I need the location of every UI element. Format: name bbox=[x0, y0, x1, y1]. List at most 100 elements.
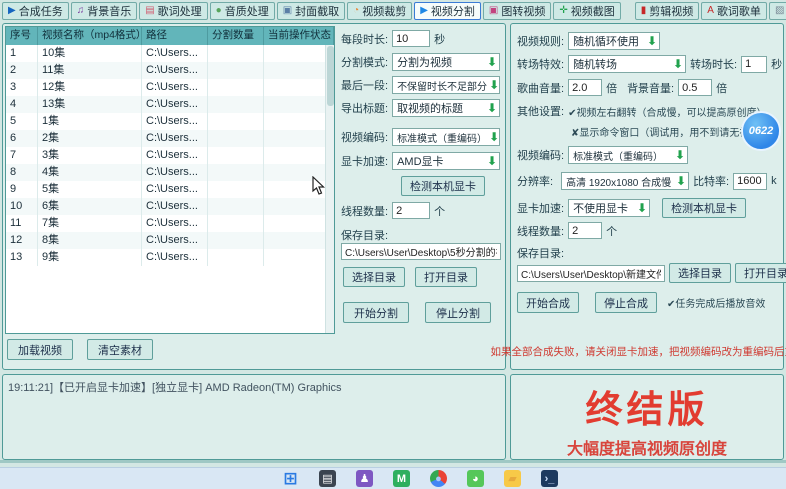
stop-merge-button[interactable]: 停止合成 bbox=[595, 292, 657, 313]
song-volume-label: 歌曲音量: bbox=[517, 80, 564, 96]
terminal-icon[interactable]: ›_ bbox=[541, 470, 558, 487]
transition-select[interactable]: 随机转场⬇ bbox=[568, 55, 686, 73]
lyrics-list-icon: A bbox=[707, 6, 714, 16]
table-cell: 1集 bbox=[38, 113, 142, 130]
table-row[interactable]: 117集C:\Users... bbox=[6, 215, 334, 232]
merge-savedir-input[interactable] bbox=[517, 265, 665, 282]
scrollbar-thumb[interactable] bbox=[327, 46, 334, 106]
cmd-window-checkbox[interactable]: ✘显示命令窗口（调试用，用不到请无视） bbox=[571, 124, 759, 139]
bitrate-input[interactable] bbox=[733, 173, 767, 190]
resolution-label: 分辨率: bbox=[517, 173, 553, 189]
version-subtitle: 大幅度提高视频原创度 bbox=[511, 435, 783, 459]
split-mode-select[interactable]: 分割为视频⬇ bbox=[392, 53, 500, 71]
video-edit-icon: ▮ bbox=[641, 6, 647, 16]
log-line: 19:11:21]【已开启显卡加速】[独立显卡] AMD Radeon(TM) … bbox=[3, 375, 505, 399]
column-header[interactable]: 视频名称（mp4格式） bbox=[38, 27, 142, 45]
tab-image-to-video[interactable]: ▣图转视频 bbox=[483, 2, 551, 20]
mail-app-icon[interactable]: M bbox=[393, 470, 410, 487]
windows-start-icon[interactable]: ⊞ bbox=[282, 470, 299, 487]
table-row[interactable]: 110集C:\Users... bbox=[6, 45, 334, 62]
choose-dir-button[interactable]: 选择目录 bbox=[343, 267, 405, 287]
open-dir-button[interactable]: 打开目录 bbox=[415, 267, 477, 287]
savedir-input[interactable] bbox=[341, 243, 501, 260]
tab-cover-capture[interactable]: ▣封面截取 bbox=[277, 2, 345, 20]
encode-select[interactable]: 标准模式（重编码）⬇ bbox=[392, 128, 500, 146]
video-table: 序号视频名称（mp4格式）路径分割数量当前操作状态 110集C:\Users..… bbox=[5, 26, 335, 334]
chevron-down-icon: ⬇ bbox=[673, 149, 687, 161]
tab-lyrics[interactable]: ▤歌词处理 bbox=[139, 2, 207, 20]
toolbar-left-group: ▶合成任务♫背景音乐▤歌词处理●音质处理▣封面截取◔视频裁剪▶视频分割▣图转视频… bbox=[2, 2, 621, 20]
last-segment-select[interactable]: 不保留时长不足部分⬇ bbox=[392, 76, 500, 94]
toolbar-right-group: ▮剪辑视频A歌词歌单▨歌曲片头▤旁白字幕↥导出标题 bbox=[635, 2, 786, 20]
table-cell: 3集 bbox=[38, 147, 142, 164]
merge-encode-label: 视频编码: bbox=[517, 147, 564, 163]
column-header[interactable]: 序号 bbox=[6, 27, 38, 45]
table-row[interactable]: 73集C:\Users... bbox=[6, 147, 334, 164]
bg-volume-unit: 倍 bbox=[716, 80, 727, 96]
table-cell bbox=[208, 113, 264, 130]
resolution-select[interactable]: 高清 1920x1080 合成慢⬇ bbox=[561, 172, 689, 190]
table-scrollbar[interactable] bbox=[325, 45, 334, 333]
column-header[interactable]: 分割数量 bbox=[208, 27, 264, 45]
table-row[interactable]: 312集C:\Users... bbox=[6, 79, 334, 96]
folder-icon[interactable]: ▰ bbox=[504, 470, 521, 487]
merge-gpu-select[interactable]: 不使用显卡⬇ bbox=[568, 199, 650, 217]
file-explorer-dark-icon[interactable]: ▤ bbox=[319, 470, 336, 487]
start-split-button[interactable]: 开始分割 bbox=[343, 302, 409, 323]
table-row[interactable]: 106集C:\Users... bbox=[6, 198, 334, 215]
people-app-icon[interactable]: ♟ bbox=[356, 470, 373, 487]
clear-material-button[interactable]: 清空素材 bbox=[87, 339, 153, 360]
sound-option-checkbox[interactable]: ✔任务完成后播放音效 bbox=[667, 295, 765, 310]
transition-time-input[interactable] bbox=[741, 56, 767, 73]
start-merge-button[interactable]: 开始合成 bbox=[517, 292, 579, 313]
table-cell bbox=[208, 79, 264, 96]
tab-video-crop[interactable]: ◔视频裁剪 bbox=[347, 2, 412, 20]
duration-input[interactable] bbox=[392, 30, 430, 47]
column-header[interactable]: 路径 bbox=[142, 27, 208, 45]
tab-song-intro[interactable]: ▨歌曲片头 bbox=[769, 2, 786, 20]
chrome-icon[interactable]: ● bbox=[430, 470, 447, 487]
table-cell: 13集 bbox=[38, 96, 142, 113]
table-row[interactable]: 51集C:\Users... bbox=[6, 113, 334, 130]
table-row[interactable]: 413集C:\Users... bbox=[6, 96, 334, 113]
merge-detect-gpu-button[interactable]: 检测本机显卡 bbox=[662, 198, 746, 218]
tab-lyrics-list[interactable]: A歌词歌单 bbox=[701, 2, 767, 20]
table-row[interactable]: 84集C:\Users... bbox=[6, 164, 334, 181]
bg-volume-input[interactable] bbox=[678, 79, 712, 96]
video-rule-select[interactable]: 随机循环使用⬇ bbox=[568, 32, 660, 50]
column-header[interactable]: 当前操作状态 bbox=[264, 27, 334, 45]
export-title-select[interactable]: 取视频的标题⬇ bbox=[392, 99, 500, 117]
tab-video-edit[interactable]: ▮剪辑视频 bbox=[635, 2, 700, 20]
wechat-icon[interactable]: ◕ bbox=[467, 470, 484, 487]
detect-gpu-button[interactable]: 检测本机显卡 bbox=[401, 176, 485, 196]
song-volume-input[interactable] bbox=[568, 79, 602, 96]
table-row[interactable]: 139集C:\Users... bbox=[6, 249, 334, 266]
merge-open-dir-button[interactable]: 打开目录 bbox=[735, 263, 786, 283]
tab-video-snapshot[interactable]: ✛视频截图 bbox=[553, 2, 620, 20]
split-panel: 序号视频名称（mp4格式）路径分割数量当前操作状态 110集C:\Users..… bbox=[2, 23, 506, 370]
merge-threads-input[interactable] bbox=[568, 222, 602, 239]
table-cell: C:\Users... bbox=[142, 232, 208, 249]
load-video-button[interactable]: 加载视频 bbox=[7, 339, 73, 360]
table-row[interactable]: 128集C:\Users... bbox=[6, 232, 334, 249]
flip-option-checkbox[interactable]: ✔视频左右翻转（合成慢，可以提高原创度） bbox=[568, 104, 766, 119]
stop-split-button[interactable]: 停止分割 bbox=[425, 302, 491, 323]
tab-play[interactable]: ▶合成任务 bbox=[2, 2, 69, 20]
table-cell bbox=[208, 198, 264, 215]
merge-encode-select[interactable]: 标准模式（重编码）⬇ bbox=[568, 146, 688, 164]
table-row[interactable]: 211集C:\Users... bbox=[6, 62, 334, 79]
table-cell: C:\Users... bbox=[142, 164, 208, 181]
table-row[interactable]: 95集C:\Users... bbox=[6, 181, 334, 198]
table-cell: 10 bbox=[6, 198, 38, 215]
tab-music[interactable]: ♫背景音乐 bbox=[71, 2, 138, 20]
chevron-down-icon: ⬇ bbox=[485, 155, 499, 167]
tab-audio[interactable]: ●音质处理 bbox=[210, 2, 275, 20]
merge-choose-dir-button[interactable]: 选择目录 bbox=[669, 263, 731, 283]
tab-video-split[interactable]: ▶视频分割 bbox=[414, 2, 481, 20]
watermark-badge: 0622 bbox=[741, 111, 781, 151]
table-cell bbox=[264, 147, 334, 164]
lyrics-icon: ▤ bbox=[145, 6, 154, 16]
gpu-select[interactable]: AMD显卡⬇ bbox=[392, 152, 500, 170]
table-row[interactable]: 62集C:\Users... bbox=[6, 130, 334, 147]
threads-input[interactable] bbox=[392, 202, 430, 219]
